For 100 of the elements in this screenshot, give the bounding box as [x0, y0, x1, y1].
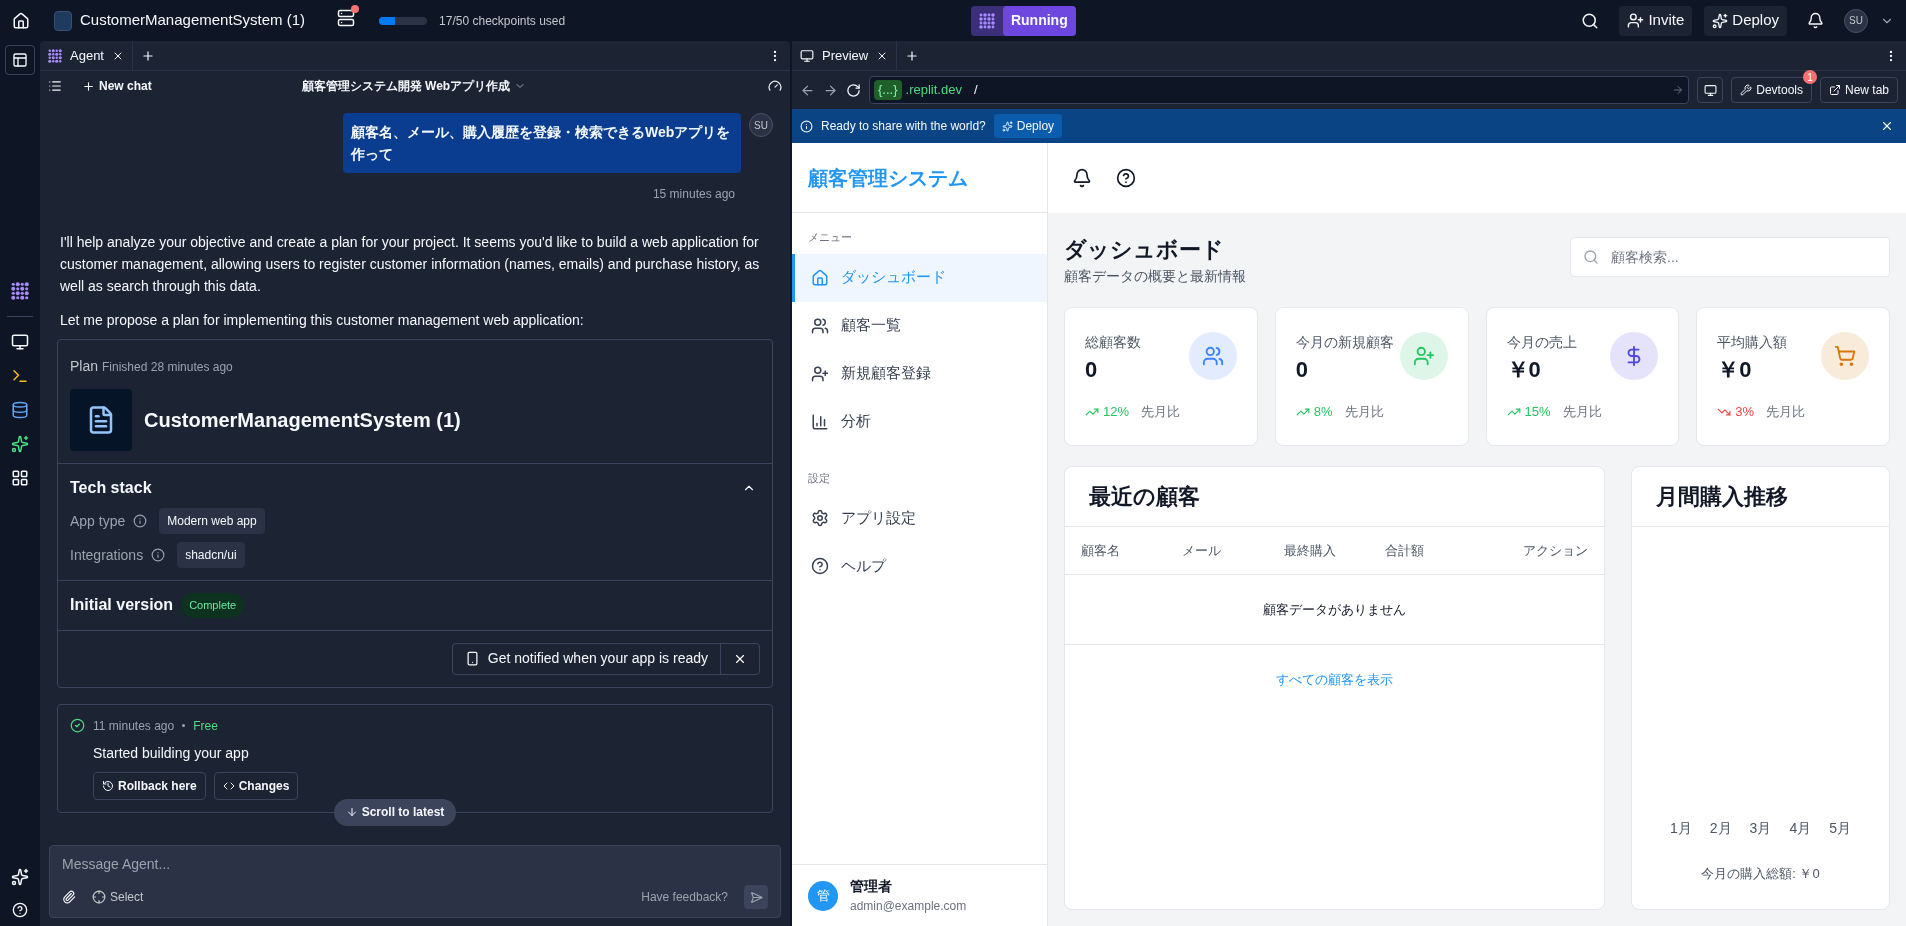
search-icon[interactable]	[1581, 11, 1600, 30]
error-count-badge: 1	[1802, 70, 1817, 84]
settings-icon	[811, 509, 829, 527]
stat-value: ￥0	[1506, 356, 1542, 384]
plus-icon[interactable]	[141, 48, 155, 63]
monitor-icon	[1703, 83, 1717, 97]
monthly-total: 今月の購入総額: ￥0	[1701, 865, 1820, 884]
page-title: ダッシュボード	[1064, 236, 1225, 264]
chat-title-dropdown[interactable]: 顧客管理システム開発 Webアプリ作成	[301, 77, 527, 95]
deploy-button[interactable]: Deploy	[1704, 5, 1787, 36]
user-name: 管理者	[850, 877, 893, 896]
month-label: 4月	[1789, 819, 1812, 838]
month-label: 3月	[1749, 819, 1772, 838]
logo-icon	[11, 281, 29, 300]
back-icon[interactable]	[800, 82, 815, 98]
running-button[interactable]: Running	[1002, 5, 1076, 36]
server-icon[interactable]	[337, 8, 356, 27]
stat-value: ￥0	[1717, 356, 1753, 384]
sparkle-icon	[1712, 12, 1729, 29]
database-icon[interactable]	[11, 400, 29, 419]
user-avatar[interactable]: SU	[1844, 8, 1868, 33]
scroll-to-latest-button[interactable]: Scroll to latest	[333, 798, 457, 826]
file-tree-button[interactable]	[5, 45, 35, 75]
checkpoint-count: 17/50 checkpoints used	[439, 12, 566, 30]
users-icon	[811, 316, 829, 335]
message-input[interactable]: Message Agent... Select Have feedback?	[49, 845, 781, 918]
user-email: admin@example.com	[850, 898, 967, 915]
send-button[interactable]	[744, 885, 768, 909]
card-title: 最近の顧客	[1089, 483, 1200, 511]
sparkle-icon[interactable]	[11, 868, 29, 886]
deploy-button[interactable]: Deploy	[993, 114, 1063, 138]
stat-change: 8%	[1313, 403, 1333, 421]
month-label: 2月	[1709, 819, 1732, 838]
wrench-icon	[1740, 84, 1753, 96]
stat-change: 12%	[1103, 403, 1130, 421]
status-badge: Complete	[181, 593, 245, 618]
tech-stack-tag: shadcn/ui	[177, 542, 245, 568]
reload-icon[interactable]	[846, 82, 861, 98]
search-icon	[1583, 249, 1599, 265]
bell-icon[interactable]	[1072, 168, 1092, 188]
plan-finished-time: Finished 28 minutes ago	[102, 359, 233, 376]
nav-item[interactable]: 顧客一覧	[792, 301, 1047, 350]
checkpoint-text: Started building your app	[93, 743, 250, 763]
bell-icon[interactable]	[1807, 12, 1824, 29]
select-button[interactable]: Select	[92, 888, 144, 906]
rollback-button[interactable]: Rollback here	[93, 771, 206, 800]
user-avatar: 管	[808, 880, 838, 911]
column-header: 最終購入	[1283, 541, 1337, 560]
plan-label: Plan	[70, 357, 99, 376]
url-host: .replit.dev	[905, 81, 962, 100]
new-chat-button[interactable]: New chat	[82, 77, 152, 95]
paperclip-icon[interactable]	[62, 890, 76, 904]
gauge-icon[interactable]	[768, 79, 782, 93]
notify-text: Get notified when your app is ready	[487, 649, 708, 668]
nav-item[interactable]: 新規顧客登録	[792, 349, 1047, 398]
column-header: アクション	[1522, 541, 1588, 560]
stat-label: 今月の新規顧客	[1295, 333, 1394, 352]
logo-icon	[978, 12, 995, 29]
nav-item[interactable]: 分析	[792, 397, 1047, 446]
info-icon	[800, 119, 813, 133]
url-field[interactable]: {...} .replit.dev /	[869, 76, 1690, 104]
preview-tab[interactable]: Preview	[792, 41, 898, 70]
device-button[interactable]	[1697, 77, 1724, 103]
agent-message: I'll help analyze your objective and create a plan for your project. It seems you'd like to build a web application for customer management, allowing users to register customer information (names, emails) and purchase history, as well as search through this data.	[59, 233, 761, 296]
list-icon[interactable]	[48, 79, 62, 93]
agent-logo-icon[interactable]	[11, 281, 29, 300]
bar-chart-icon	[811, 412, 829, 431]
monitor-icon[interactable]	[11, 332, 29, 351]
nav-item[interactable]: ヘルプ	[792, 542, 1047, 590]
page-subtitle: 顧客データの概要と最新情報	[1064, 267, 1246, 286]
tech-stack-label: Integrations	[70, 545, 144, 565]
app-icon	[70, 389, 132, 451]
nav-item[interactable]: アプリ設定	[792, 494, 1047, 542]
stat-note: 先月比	[1141, 403, 1181, 421]
invite-button[interactable]: Invite	[1619, 5, 1693, 36]
search-placeholder: 顧客検索...	[1611, 247, 1679, 267]
history-icon	[102, 779, 114, 792]
stat-label: 今月の売上	[1506, 333, 1577, 352]
search-field[interactable]: 顧客検索...	[1570, 237, 1890, 277]
user-plus-icon	[1627, 12, 1645, 29]
month-label: 1月	[1670, 819, 1692, 838]
project-name[interactable]: CustomerManagementSystem (1)	[80, 9, 306, 32]
close-icon[interactable]	[1880, 119, 1894, 133]
url-path: /	[973, 81, 978, 100]
stat-change: 3%	[1735, 403, 1755, 421]
column-header: メール	[1182, 541, 1223, 560]
home-icon[interactable]	[12, 11, 30, 30]
new-tab-button[interactable]: New tab	[1819, 77, 1898, 103]
panel-icon	[12, 52, 28, 68]
help-icon[interactable]	[1116, 168, 1136, 188]
feedback-link[interactable]: Have feedback?	[641, 888, 728, 906]
changes-button[interactable]: Changes	[213, 771, 299, 800]
stat-label: 総顧客数	[1085, 333, 1141, 352]
send-icon	[749, 890, 763, 904]
agent-tab[interactable]: Agent	[40, 41, 133, 70]
url-badge: {...}	[874, 80, 902, 100]
plus-icon[interactable]	[905, 48, 920, 63]
grid-icon[interactable]	[11, 468, 29, 487]
free-tag: Free	[193, 716, 218, 735]
forward-icon[interactable]	[823, 82, 838, 98]
